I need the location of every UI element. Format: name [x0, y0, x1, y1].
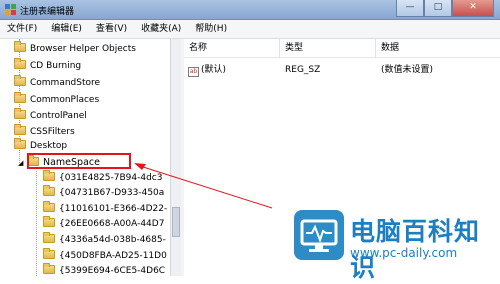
- menu-edit[interactable]: 编辑(E): [44, 20, 89, 38]
- tree-item-commandstore[interactable]: CommandStore: [14, 75, 100, 91]
- menu-favorites[interactable]: 收藏夹(A): [134, 20, 188, 38]
- value-row[interactable]: ab (默认) REG_SZ (数值未设置): [184, 63, 500, 78]
- tree-item-child[interactable]: {26EE0668-A00A-44D7: [43, 216, 164, 232]
- value-type-cell: REG_SZ: [285, 65, 321, 75]
- list-header: 名称 类型 数据: [184, 39, 500, 58]
- folder-icon: [14, 124, 26, 135]
- column-header-name[interactable]: 名称: [184, 39, 280, 57]
- tree-item-cssfilters[interactable]: CSSFilters: [14, 124, 75, 140]
- folder-icon: [43, 170, 55, 181]
- tree-item-desktop[interactable]: Desktop: [14, 138, 67, 154]
- folder-icon: [43, 263, 55, 274]
- value-data-cell: (数值未设置): [381, 65, 434, 75]
- folder-icon: [43, 232, 55, 243]
- close-button[interactable]: ✕: [452, 0, 494, 17]
- expanded-arrow-icon[interactable]: ◢: [18, 156, 27, 171]
- tree-guide-line: [36, 171, 37, 276]
- tree-item-controlpanel[interactable]: ControlPanel: [14, 108, 87, 124]
- column-header-data[interactable]: 数据: [376, 39, 500, 57]
- tree-item-child[interactable]: {04731B67-D933-450a: [43, 185, 164, 201]
- folder-icon: [14, 138, 26, 149]
- folder-icon: [43, 201, 55, 212]
- tree-item-child[interactable]: {11016101-E366-4D22-: [43, 201, 167, 217]
- ab-string-icon: ab: [188, 67, 199, 77]
- folder-icon: [14, 108, 26, 119]
- folder-icon: [14, 92, 26, 103]
- regedit-app-icon: [5, 4, 16, 15]
- watermark: 电脑百科知识 www.pc-daily.com: [290, 208, 500, 282]
- tree-item-child[interactable]: {4336a54d-038b-4685-: [43, 232, 166, 248]
- tree-item-browser-helper-objects[interactable]: Browser Helper Objects: [14, 41, 136, 57]
- column-header-type[interactable]: 类型: [280, 39, 376, 57]
- tree-item-commonplaces[interactable]: CommonPlaces: [14, 92, 99, 108]
- namespace-highlight-box: [27, 153, 131, 169]
- tree-item-cd-burning[interactable]: CD Burning: [14, 58, 81, 74]
- minimize-button[interactable]: —: [396, 0, 424, 17]
- tree-item-child[interactable]: {031E4825-7B94-4dc3: [43, 170, 162, 186]
- menu-file[interactable]: 文件(F): [0, 20, 44, 38]
- window-title: 注册表编辑器: [20, 7, 75, 17]
- tree-item-child[interactable]: {5399E694-6CE5-4D6C: [43, 263, 165, 276]
- title-bar: 注册表编辑器 — □ ✕: [0, 0, 500, 20]
- menu-bar: 文件(F) 编辑(E) 查看(V) 收藏夹(A) 帮助(H): [0, 20, 500, 39]
- watermark-url: www.pc-daily.com: [350, 246, 458, 260]
- monitor-logo-icon: [294, 210, 344, 260]
- folder-icon: [43, 185, 55, 196]
- menu-help[interactable]: 帮助(H): [188, 20, 234, 38]
- folder-icon: [14, 75, 26, 86]
- value-name-cell: ab (默认): [188, 65, 227, 77]
- scrollbar-thumb[interactable]: [172, 207, 180, 237]
- folder-icon: [14, 58, 26, 69]
- maximize-button[interactable]: □: [424, 0, 452, 17]
- folder-icon: [14, 41, 26, 52]
- folder-icon: [43, 248, 55, 259]
- tree-item-child[interactable]: {450D8FBA-AD25-11D0: [43, 248, 167, 264]
- folder-icon: [43, 216, 55, 227]
- menu-view[interactable]: 查看(V): [89, 20, 134, 38]
